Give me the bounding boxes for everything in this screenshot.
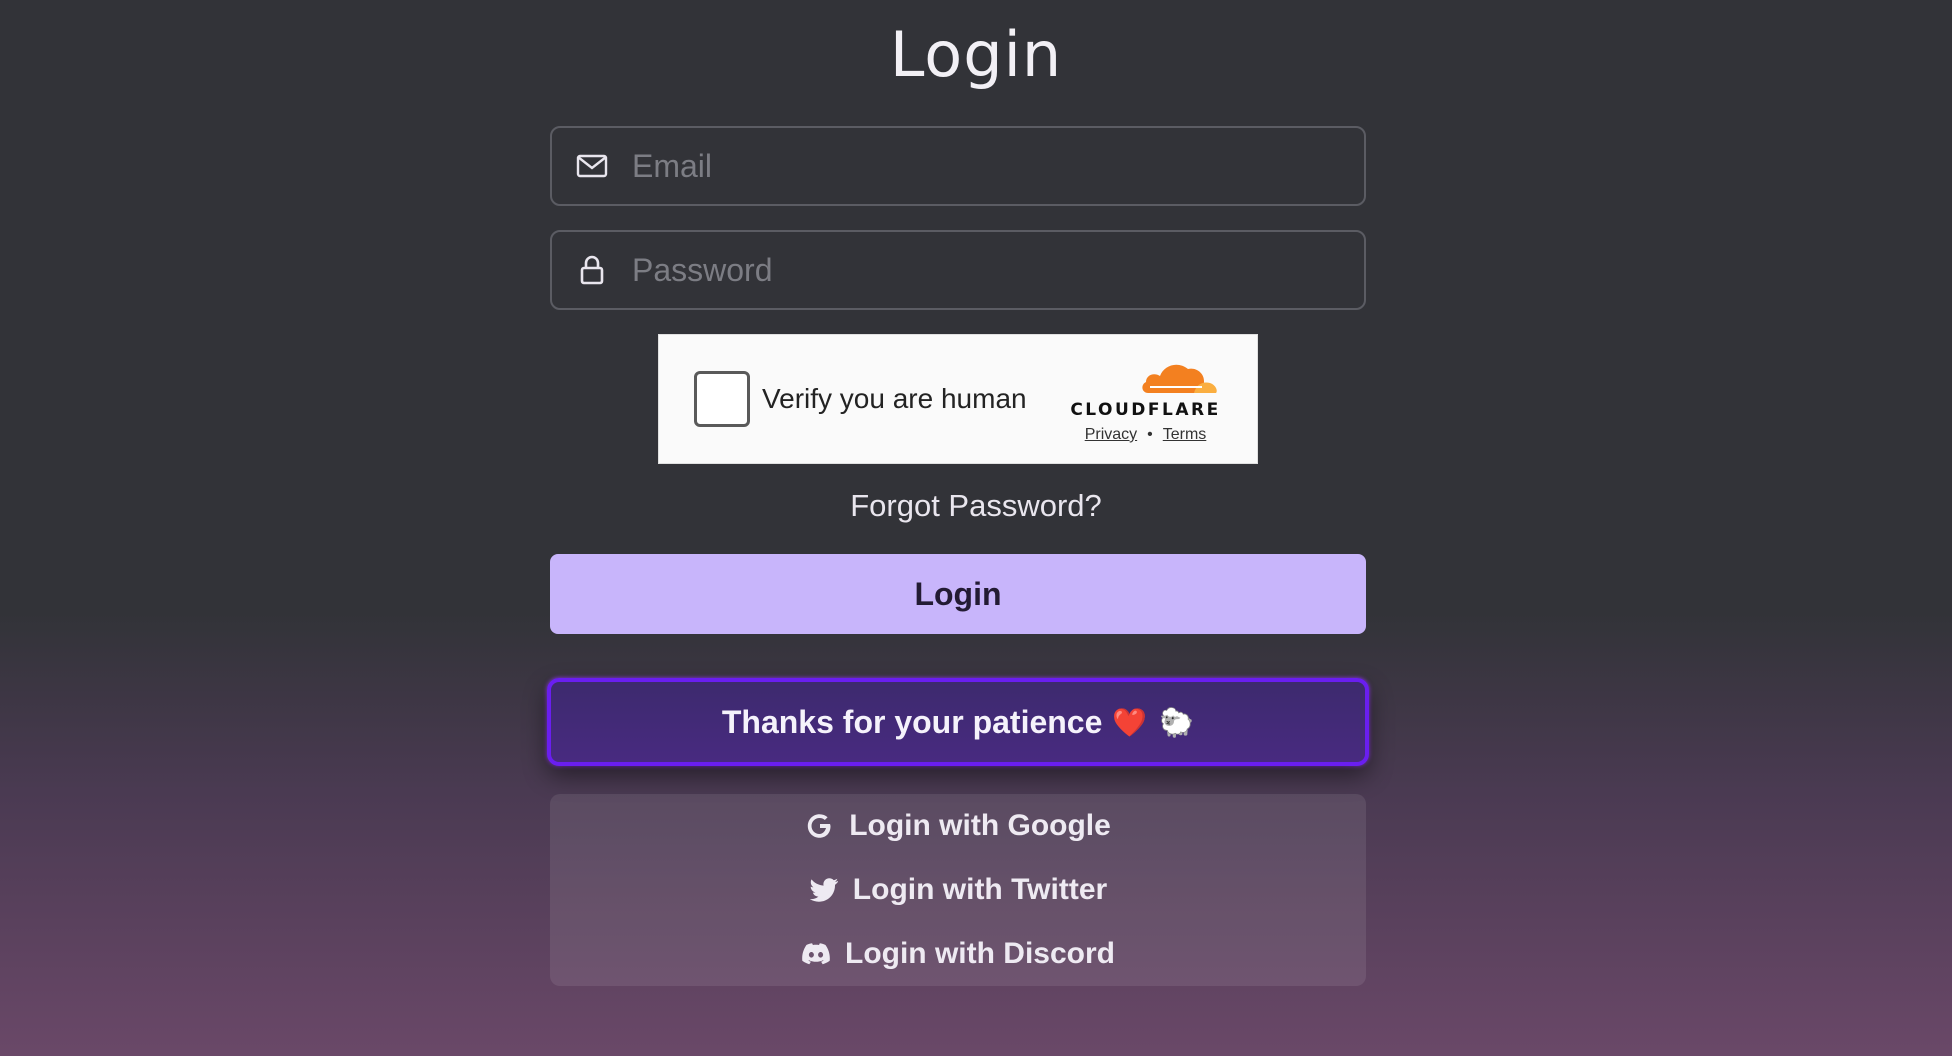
cloudflare-cloud-icon bbox=[1142, 364, 1217, 393]
banner-text: Thanks for your patience bbox=[721, 703, 1103, 740]
cloudflare-wordmark: CLOUDFLARE bbox=[1070, 400, 1221, 420]
twitter-login-label: Login with Twitter bbox=[852, 873, 1108, 906]
email-field[interactable] bbox=[550, 126, 1366, 206]
google-icon bbox=[805, 811, 835, 841]
mail-icon bbox=[552, 128, 632, 204]
social-login-panel: Login with Google Login with Twitter Log… bbox=[550, 794, 1366, 986]
patience-banner[interactable]: Thanks for your patience ❤️ 🐑 bbox=[547, 678, 1369, 766]
twitter-login-button[interactable]: Login with Twitter bbox=[550, 858, 1366, 922]
captcha-label: Verify you are human bbox=[762, 383, 1027, 414]
twitter-icon bbox=[809, 875, 839, 905]
google-login-label: Login with Google bbox=[849, 809, 1111, 842]
forgot-password-link[interactable]: Forgot Password? bbox=[0, 488, 1952, 524]
password-field[interactable] bbox=[550, 230, 1366, 310]
google-login-button[interactable]: Login with Google bbox=[550, 794, 1366, 858]
discord-login-button[interactable]: Login with Discord bbox=[550, 922, 1366, 986]
login-button[interactable]: Login bbox=[550, 554, 1366, 634]
link-separator: • bbox=[1147, 426, 1153, 443]
sheep-icon: 🐑 bbox=[1159, 706, 1195, 738]
password-input[interactable] bbox=[632, 232, 1364, 308]
terms-link[interactable]: Terms bbox=[1163, 426, 1207, 443]
captcha-checkbox[interactable] bbox=[694, 371, 750, 427]
lock-icon bbox=[552, 232, 632, 308]
discord-login-label: Login with Discord bbox=[845, 937, 1115, 970]
captcha-widget: Verify you are human CLOUDFLARE Privacy •… bbox=[658, 334, 1258, 464]
heart-icon: ❤️ bbox=[1112, 706, 1148, 738]
cloudflare-branding: CLOUDFLARE Privacy • Terms bbox=[1068, 357, 1223, 444]
privacy-link[interactable]: Privacy bbox=[1085, 426, 1137, 443]
discord-icon bbox=[801, 939, 831, 969]
email-input[interactable] bbox=[632, 128, 1364, 204]
page-title: Login bbox=[889, 18, 1063, 91]
